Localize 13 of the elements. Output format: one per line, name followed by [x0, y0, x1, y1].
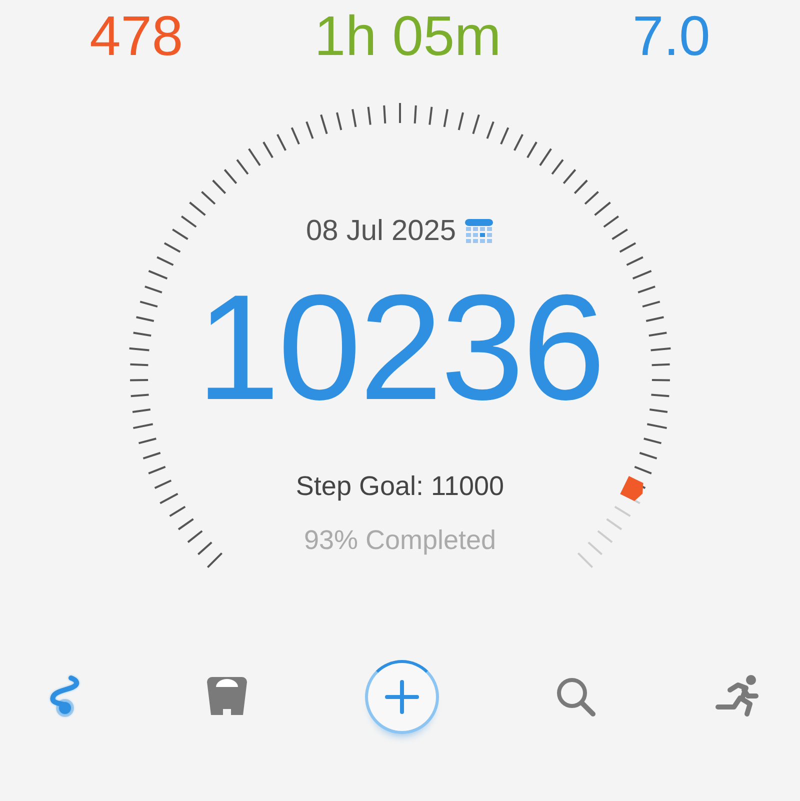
completion-label: 93% Completed: [304, 524, 496, 557]
date-label: 08 Jul 2025: [306, 214, 456, 249]
progress-marker: [620, 476, 644, 501]
nav-button[interactable]: [555, 676, 598, 718]
step-count: 10236: [195, 272, 605, 422]
stat-value: 478: [90, 8, 184, 64]
step-goal: Step Goal: 11000: [296, 470, 504, 503]
search-icon: [555, 676, 598, 718]
nav-button[interactable]: [206, 677, 248, 717]
scale-icon: [206, 677, 248, 717]
stat-value: 1h 05m: [314, 8, 502, 64]
plus-icon: [384, 680, 418, 714]
stat-value: 7.0: [632, 8, 710, 64]
